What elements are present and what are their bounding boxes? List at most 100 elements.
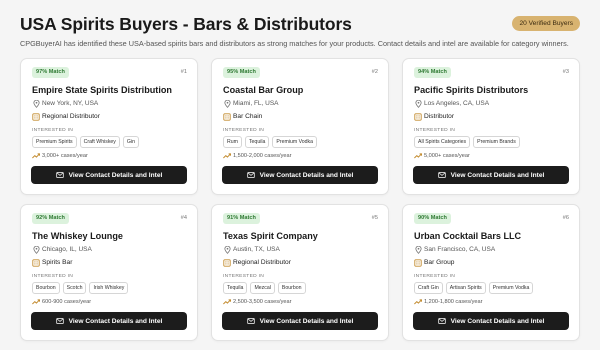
interest-tag: Gin [122, 136, 139, 148]
location-text: Chicago, IL, USA [42, 246, 92, 253]
volume-text: 3,000+ cases/year [42, 153, 88, 159]
location-text: Los Angeles, CA, USA [424, 100, 490, 107]
rank-number: #4 [180, 215, 187, 221]
type-text: Regional Distributor [233, 259, 291, 266]
view-contact-button[interactable]: View Contact Details and Intel [31, 312, 187, 330]
buyer-location: Chicago, IL, USA [32, 245, 92, 254]
interest-tag: Premium Spirits [32, 136, 77, 148]
interest-tag: Irish Whiskey [89, 282, 129, 294]
interest-tags: Tequila Mezcal Bourbon [223, 282, 306, 294]
view-contact-label: View Contact Details and Intel [68, 317, 163, 325]
view-contact-label: View Contact Details and Intel [259, 317, 354, 325]
buyer-location: San Francisco, CA, USA [414, 245, 495, 254]
view-contact-label: View Contact Details and Intel [259, 171, 354, 179]
buyer-name: Empire State Spirits Distribution [32, 85, 172, 95]
view-contact-label: View Contact Details and Intel [450, 317, 545, 325]
rank-number: #5 [371, 215, 378, 221]
view-contact-button[interactable]: View Contact Details and Intel [222, 312, 378, 330]
buyer-volume: 600-900 cases/year [32, 298, 91, 306]
match-badge: 97% Match [32, 67, 69, 78]
view-contact-button[interactable]: View Contact Details and Intel [413, 312, 569, 330]
building-icon [32, 258, 40, 267]
building-icon [414, 258, 422, 267]
buyer-name: The Whiskey Lounge [32, 231, 123, 241]
trending-up-icon [32, 152, 40, 160]
interest-tags: Premium Spirits Craft Whiskey Gin [32, 136, 139, 148]
location-text: Austin, TX, USA [233, 246, 280, 253]
interest-tags: All Spirits Categories Premium Brands [414, 136, 520, 148]
map-pin-icon [32, 245, 40, 254]
buyer-card: 91% Match #5 Texas Spirit Company Austin… [211, 204, 389, 341]
trending-up-icon [223, 152, 231, 160]
volume-text: 2,500-3,500 cases/year [233, 299, 292, 305]
interest-tag: Bourbon [277, 282, 306, 294]
interest-tag: Craft Whiskey [79, 136, 120, 148]
buyer-card: 90% Match #6 Urban Cocktail Bars LLC San… [402, 204, 580, 341]
interested-in-label: INTERESTED IN [32, 128, 74, 133]
interest-tags: Rum Tequila Premium Vodka [223, 136, 318, 148]
buyer-card: 92% Match #4 The Whiskey Lounge Chicago,… [20, 204, 198, 341]
buyer-volume: 1,200-1,800 cases/year [414, 298, 482, 306]
interest-tag: Premium Brands [473, 136, 520, 148]
view-contact-button[interactable]: View Contact Details and Intel [222, 166, 378, 184]
interested-in-label: INTERESTED IN [414, 274, 456, 279]
mail-icon [246, 171, 255, 179]
buyer-type: Bar Chain [223, 112, 262, 121]
view-contact-button[interactable]: View Contact Details and Intel [413, 166, 569, 184]
view-contact-button[interactable]: View Contact Details and Intel [31, 166, 187, 184]
interest-tags: Bourbon Scotch Irish Whiskey [32, 282, 129, 294]
buyer-name: Coastal Bar Group [223, 85, 304, 95]
verified-buyers-badge: 20 Verified Buyers [512, 16, 580, 31]
map-pin-icon [414, 245, 422, 254]
type-text: Regional Distributor [42, 113, 100, 120]
buyer-location: New York, NY, USA [32, 99, 98, 108]
building-icon [223, 112, 231, 121]
mail-icon [55, 317, 64, 325]
trending-up-icon [32, 298, 40, 306]
type-text: Distributor [424, 113, 455, 120]
buyer-name: Texas Spirit Company [223, 231, 318, 241]
volume-text: 5,000+ cases/year [424, 153, 470, 159]
interested-in-label: INTERESTED IN [32, 274, 74, 279]
buyer-type: Bar Group [414, 258, 454, 267]
interest-tag: All Spirits Categories [414, 136, 471, 148]
interest-tag: Bourbon [32, 282, 60, 294]
rank-number: #6 [562, 215, 569, 221]
map-pin-icon [223, 245, 231, 254]
volume-text: 1,500-2,000 cases/year [233, 153, 292, 159]
page-subtitle: CPGBuyerAI has identified these USA-base… [20, 39, 569, 48]
location-text: Miami, FL, USA [233, 100, 279, 107]
buyer-volume: 5,000+ cases/year [414, 152, 470, 160]
interest-tag: Artisan Spirits [445, 282, 486, 294]
trending-up-icon [414, 152, 422, 160]
mail-icon [437, 317, 446, 325]
interest-tags: Craft Gin Artisan Spirits Premium Vodka [414, 282, 534, 294]
mail-icon [55, 171, 64, 179]
buyer-volume: 1,500-2,000 cases/year [223, 152, 291, 160]
buyer-volume: 2,500-3,500 cases/year [223, 298, 291, 306]
match-badge: 91% Match [223, 213, 260, 224]
type-text: Spirits Bar [42, 259, 73, 266]
building-icon [223, 258, 231, 267]
location-text: New York, NY, USA [42, 100, 99, 107]
view-contact-label: View Contact Details and Intel [450, 171, 545, 179]
interest-tag: Premium Vodka [272, 136, 318, 148]
match-badge: 94% Match [414, 67, 451, 78]
building-icon [32, 112, 40, 121]
map-pin-icon [414, 99, 422, 108]
interest-tag: Tequila [223, 282, 248, 294]
interest-tag: Scotch [62, 282, 87, 294]
type-text: Bar Group [424, 259, 455, 266]
interested-in-label: INTERESTED IN [414, 128, 456, 133]
buyer-location: Los Angeles, CA, USA [414, 99, 489, 108]
location-text: San Francisco, CA, USA [424, 246, 496, 253]
building-icon [414, 112, 422, 121]
page-header: USA Spirits Buyers - Bars & Distributors… [20, 14, 580, 54]
buyer-location: Austin, TX, USA [223, 245, 280, 254]
mail-icon [437, 171, 446, 179]
match-badge: 95% Match [223, 67, 260, 78]
volume-text: 1,200-1,800 cases/year [424, 299, 483, 305]
buyer-location: Miami, FL, USA [223, 99, 279, 108]
buyer-volume: 3,000+ cases/year [32, 152, 88, 160]
buyer-name: Pacific Spirits Distributors [414, 85, 529, 95]
